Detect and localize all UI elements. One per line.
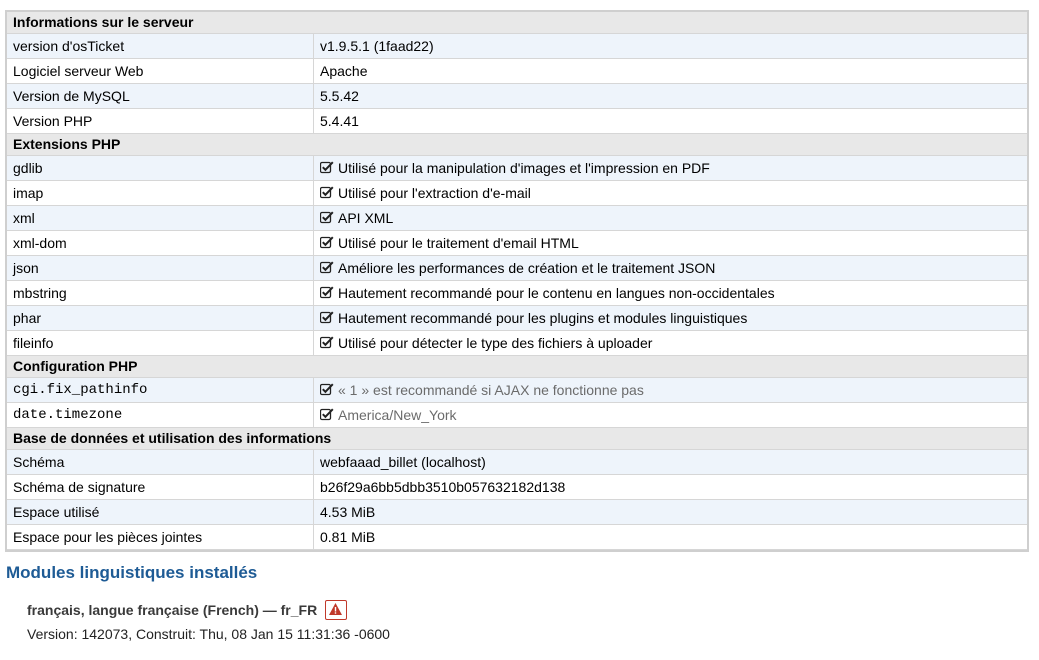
language-pack-version: Version: 142073, Construit: Thu, 08 Jan …: [27, 626, 390, 642]
row-value: v1.9.5.1 (1faad22): [314, 34, 1027, 59]
row-value-text: Utilisé pour la manipulation d'images et…: [338, 160, 710, 176]
row-value: 5.5.42: [314, 84, 1027, 109]
row-value: America/New_York: [314, 403, 1027, 428]
table-row: cgi.fix_pathinfo « 1 » est recommandé si…: [7, 378, 1027, 403]
table-row: gdlib Utilisé pour la manipulation d'ima…: [7, 156, 1027, 181]
table-row: mbstring Hautement recommandé pour le co…: [7, 281, 1027, 306]
check-square-icon: [319, 379, 334, 396]
row-value: 5.4.41: [314, 109, 1027, 134]
section-header-extensions: Extensions PHP: [7, 134, 1027, 156]
row-label: version d'osTicket: [7, 34, 314, 59]
section-title: Base de données et utilisation des infor…: [7, 428, 1027, 450]
row-label: gdlib: [7, 156, 314, 181]
row-label: xml: [7, 206, 314, 231]
row-value: Hautement recommandé pour les plugins et…: [314, 306, 1027, 331]
section-header-database: Base de données et utilisation des infor…: [7, 428, 1027, 450]
check-square-icon: [319, 332, 334, 349]
row-value: API XML: [314, 206, 1027, 231]
row-label: mbstring: [7, 281, 314, 306]
row-label: Espace utilisé: [7, 500, 314, 525]
check-square-icon: [319, 207, 334, 224]
table-row: Schéma webfaaad_billet (localhost): [7, 450, 1027, 475]
row-label: Espace pour les pièces jointes: [7, 525, 314, 550]
check-square-icon: [319, 182, 334, 199]
row-value: « 1 » est recommandé si AJAX ne fonction…: [314, 378, 1027, 403]
row-label: json: [7, 256, 314, 281]
row-value: Utilisé pour le traitement d'email HTML: [314, 231, 1027, 256]
system-info-table: Informations sur le serveur version d'os…: [5, 10, 1029, 552]
row-value-text: Utilisé pour détecter le type des fichie…: [338, 335, 653, 351]
row-label: Schéma: [7, 450, 314, 475]
row-value: b26f29a6bb5dbb3510b057632182d138: [314, 475, 1027, 500]
row-value: Utilisé pour l'extraction d'e-mail: [314, 181, 1027, 206]
section-header-server: Informations sur le serveur: [7, 12, 1027, 34]
check-square-icon: [319, 282, 334, 299]
row-value-text: « 1 » est recommandé si AJAX ne fonction…: [338, 382, 644, 398]
table-row: Logiciel serveur Web Apache: [7, 59, 1027, 84]
row-value: webfaaad_billet (localhost): [314, 450, 1027, 475]
section-title: Configuration PHP: [7, 356, 1027, 378]
row-value-text: API XML: [338, 210, 394, 226]
row-value-text: Hautement recommandé pour les plugins et…: [338, 310, 748, 326]
table-row: Version de MySQL 5.5.42: [7, 84, 1027, 109]
row-value: 0.81 MiB: [314, 525, 1027, 550]
system-information-page: Informations sur le serveur version d'os…: [0, 0, 1039, 660]
row-label: fileinfo: [7, 331, 314, 356]
row-label: phar: [7, 306, 314, 331]
section-header-config: Configuration PHP: [7, 356, 1027, 378]
row-value: Utilisé pour la manipulation d'images et…: [314, 156, 1027, 181]
table-row: fileinfo Utilisé pour détecter le type d…: [7, 331, 1027, 356]
row-value-text: Améliore les performances de création et…: [338, 260, 716, 276]
language-pack-name: français, langue française (French) — fr…: [27, 602, 318, 618]
table-row: json Améliore les performances de créati…: [7, 256, 1027, 281]
check-square-icon: [319, 404, 334, 421]
row-value-text: Hautement recommandé pour le contenu en …: [338, 285, 775, 301]
table-row: version d'osTicket v1.9.5.1 (1faad22): [7, 34, 1027, 59]
table-row: Espace utilisé 4.53 MiB: [7, 500, 1027, 525]
check-square-icon: [319, 257, 334, 274]
row-value: Apache: [314, 59, 1027, 84]
row-value-text: Utilisé pour le traitement d'email HTML: [338, 235, 579, 251]
section-title: Extensions PHP: [7, 134, 1027, 156]
row-value: Améliore les performances de création et…: [314, 256, 1027, 281]
row-label: date.timezone: [7, 403, 314, 428]
table-row: Espace pour les pièces jointes 0.81 MiB: [7, 525, 1027, 550]
check-square-icon: [319, 232, 334, 249]
table-row: imap Utilisé pour l'extraction d'e-mail: [7, 181, 1027, 206]
warning-icon[interactable]: [325, 600, 348, 620]
row-value-text: America/New_York: [338, 407, 457, 423]
row-value-text: Utilisé pour l'extraction d'e-mail: [338, 185, 531, 201]
row-label: xml-dom: [7, 231, 314, 256]
table-row: date.timezone America/New_York: [7, 403, 1027, 428]
table-row: Version PHP 5.4.41: [7, 109, 1027, 134]
section-title: Informations sur le serveur: [7, 12, 1027, 34]
row-value: Utilisé pour détecter le type des fichie…: [314, 331, 1027, 356]
row-value: Hautement recommandé pour le contenu en …: [314, 281, 1027, 306]
row-label: Logiciel serveur Web: [7, 59, 314, 84]
language-pack-item: français, langue française (French) — fr…: [27, 600, 348, 620]
row-label: Version de MySQL: [7, 84, 314, 109]
check-square-icon: [319, 307, 334, 324]
row-label: Version PHP: [7, 109, 314, 134]
table-row: xml API XML: [7, 206, 1027, 231]
row-label: cgi.fix_pathinfo: [7, 378, 314, 403]
language-packs-heading: Modules linguistiques installés: [6, 563, 258, 582]
row-label: imap: [7, 181, 314, 206]
table-row: xml-dom Utilisé pour le traitement d'ema…: [7, 231, 1027, 256]
row-label: Schéma de signature: [7, 475, 314, 500]
check-square-icon: [319, 157, 334, 174]
row-value: 4.53 MiB: [314, 500, 1027, 525]
table-row: phar Hautement recommandé pour les plugi…: [7, 306, 1027, 331]
table-row: Schéma de signature b26f29a6bb5dbb3510b0…: [7, 475, 1027, 500]
